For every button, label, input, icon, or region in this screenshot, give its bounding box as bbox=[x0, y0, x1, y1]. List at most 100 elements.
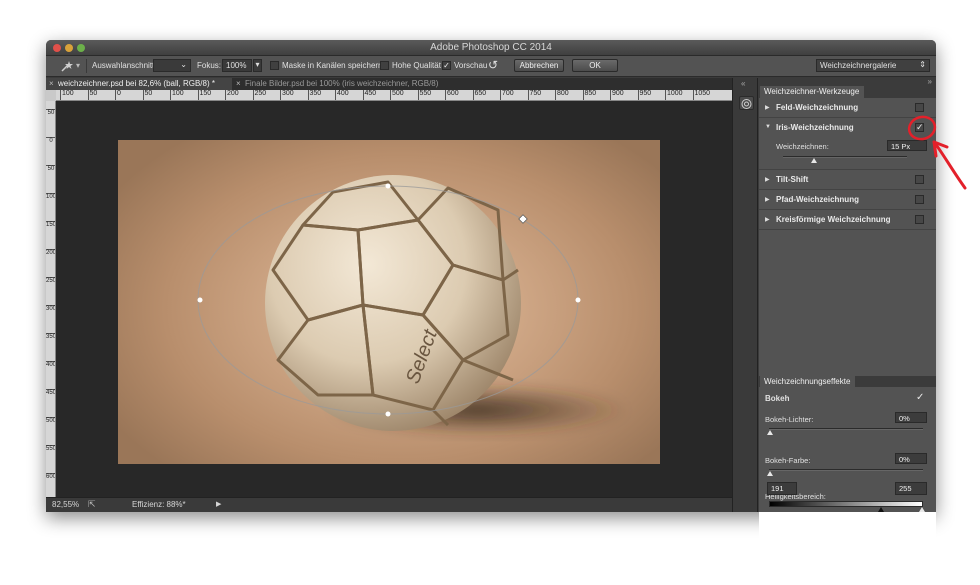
brightness-range-gradient[interactable] bbox=[769, 501, 923, 507]
blur-item-checkbox[interactable]: ✓ bbox=[915, 123, 924, 132]
bokeh-light-input[interactable]: 0% bbox=[895, 412, 927, 423]
tab-weichzeichner[interactable]: × weichzeichner.psd bei 82,6% (ball, RGB… bbox=[46, 78, 232, 90]
close-tab-icon[interactable]: × bbox=[49, 79, 54, 88]
status-menu-arrow-icon[interactable]: ▶ bbox=[216, 500, 221, 508]
panel-strip-button[interactable] bbox=[739, 96, 754, 110]
expand-triangle-icon[interactable]: ▶ bbox=[765, 196, 770, 203]
ruler-tick-label: 50 bbox=[142, 90, 152, 100]
tab-finale-bilder[interactable]: × Finale Bilder.psd bei 100% (iris weich… bbox=[233, 78, 493, 90]
reset-icon[interactable]: ↺ bbox=[488, 58, 498, 72]
blur-amount-slider[interactable] bbox=[783, 156, 907, 158]
blur-item-checkbox[interactable] bbox=[915, 103, 924, 112]
iris-handle-bottom[interactable] bbox=[385, 411, 391, 417]
ball-photo[interactable]: Select bbox=[118, 140, 660, 464]
ruler-tick-label: 950 bbox=[637, 90, 651, 100]
ruler-tick-label: 500 bbox=[390, 90, 404, 100]
bokeh-label: Bokeh bbox=[765, 394, 790, 403]
bokeh-checkbox[interactable]: ✓ bbox=[916, 392, 924, 403]
gallery-select[interactable]: Weichzeichnergalerie ⇕ bbox=[816, 59, 930, 72]
blur-item-checkbox[interactable] bbox=[915, 195, 924, 204]
bokeh-color-slider[interactable] bbox=[769, 469, 923, 471]
iris-handle-right[interactable] bbox=[575, 297, 581, 303]
ruler-tick-label: 850 bbox=[582, 90, 596, 100]
photoshop-window: Adobe Photoshop CC 2014 ▾ Auswahlanschni… bbox=[46, 40, 936, 512]
bokeh-light-slider-handle[interactable] bbox=[767, 430, 773, 435]
ruler-tick-label: 200 bbox=[225, 90, 239, 100]
blur-item-label: Feld-Weichzeichnung bbox=[776, 103, 859, 112]
blur-item-label: Kreisförmige Weichzeichnung bbox=[776, 215, 891, 224]
ruler-tick-label: 200 bbox=[46, 249, 56, 256]
ruler-tick-label: 300 bbox=[280, 90, 294, 100]
ruler-tick-label: 450 bbox=[46, 389, 56, 396]
cancel-button[interactable]: Abbrechen bbox=[514, 59, 564, 72]
chevron-updown-icon: ⇕ bbox=[919, 60, 926, 69]
expand-triangle-icon[interactable]: ▶ bbox=[765, 104, 770, 111]
iris-handle-top[interactable] bbox=[385, 183, 391, 189]
tab-label: Finale Bilder.psd bei 100% (iris weichze… bbox=[245, 79, 439, 88]
bokeh-light-slider[interactable] bbox=[769, 428, 923, 430]
ruler-tick-label: 450 bbox=[362, 90, 376, 100]
blur-item-path[interactable]: ▶ Pfad-Weichzeichnung bbox=[759, 190, 936, 210]
ruler-tick-label: 350 bbox=[307, 90, 321, 100]
ruler-tick-label: 300 bbox=[46, 305, 56, 312]
preview-checkbox[interactable]: ✓ bbox=[442, 61, 451, 70]
iris-handle-left[interactable] bbox=[197, 297, 203, 303]
focus-input[interactable]: 100% bbox=[222, 59, 252, 72]
blur-amount-input[interactable]: 15 Px bbox=[887, 140, 927, 151]
focus-stepper-icon[interactable]: ▾ bbox=[253, 59, 262, 72]
quality-label: Hohe Qualität bbox=[392, 61, 441, 70]
collapse-triangle-icon[interactable]: ▼ bbox=[765, 124, 771, 130]
canvas-area[interactable]: Select bbox=[56, 101, 732, 497]
ruler-tick-label: 700 bbox=[500, 90, 514, 100]
ruler-tick-label: 250 bbox=[46, 277, 56, 284]
ok-button[interactable]: OK bbox=[572, 59, 618, 72]
blur-tools-panel: » Weichzeichner-Werkzeuge ▶ Feld-Weichze… bbox=[759, 77, 936, 512]
ruler-tick-label: 1050 bbox=[692, 90, 710, 100]
blur-item-checkbox[interactable] bbox=[915, 215, 924, 224]
blur-item-field[interactable]: ▶ Feld-Weichzeichnung bbox=[759, 98, 936, 118]
tool-preset-chevron-icon[interactable]: ▾ bbox=[76, 61, 80, 70]
blur-item-label: Tilt-Shift bbox=[776, 175, 809, 184]
panel-tabbar: Weichzeichner-Werkzeuge bbox=[759, 86, 936, 98]
ruler-tick-label: 0 bbox=[115, 90, 121, 100]
close-tab-icon[interactable]: × bbox=[236, 79, 241, 88]
expand-triangle-icon[interactable]: ▶ bbox=[765, 216, 770, 223]
collapsed-panel-strip: « bbox=[732, 78, 758, 512]
expand-triangle-icon[interactable]: ▶ bbox=[765, 176, 770, 183]
efficiency-readout: Effizienz: 88%* bbox=[132, 500, 186, 509]
brightness-range-high-input[interactable]: 255 bbox=[895, 482, 927, 495]
blur-tool-icon[interactable] bbox=[60, 60, 74, 73]
blur-effects-icon bbox=[741, 99, 752, 109]
brightness-range-low-input[interactable]: 191 bbox=[767, 482, 797, 495]
window-title: Adobe Photoshop CC 2014 bbox=[430, 42, 552, 53]
bokeh-light-label: Bokeh-Lichter: bbox=[765, 415, 814, 424]
collapse-panels-icon[interactable]: « bbox=[741, 79, 745, 88]
blur-amount-label: Weichzeichnen: bbox=[776, 142, 829, 151]
zoom-level[interactable]: 82,55% bbox=[52, 500, 79, 509]
ruler-tick-label: 100 bbox=[60, 90, 74, 100]
quality-checkbox[interactable] bbox=[380, 61, 389, 70]
blur-amount-slider-handle[interactable] bbox=[811, 158, 817, 163]
ruler-tick-label: 400 bbox=[335, 90, 349, 100]
blur-item-iris[interactable]: ▼ Iris-Weichzeichnung ✓ Weichzeichnen: 1… bbox=[759, 118, 936, 170]
share-icon[interactable]: ⇱ bbox=[88, 499, 96, 510]
view-select[interactable]: ⌄ bbox=[153, 59, 191, 72]
ruler-tick-label: 50 bbox=[87, 90, 97, 100]
bokeh-color-input[interactable]: 0% bbox=[895, 453, 927, 464]
ruler-tick-label: 900 bbox=[610, 90, 624, 100]
tab-blur-effects[interactable]: Weichzeichnungseffekte bbox=[760, 376, 856, 387]
ruler-tick-label: 800 bbox=[555, 90, 569, 100]
effects-tabbar: Weichzeichnungseffekte bbox=[759, 376, 936, 387]
expand-panels-icon[interactable]: » bbox=[928, 77, 932, 86]
bokeh-color-slider-handle[interactable] bbox=[767, 471, 773, 476]
tab-blur-tools[interactable]: Weichzeichner-Werkzeuge bbox=[760, 86, 865, 98]
blur-item-label: Iris-Weichzeichnung bbox=[776, 123, 854, 132]
blur-item-spin[interactable]: ▶ Kreisförmige Weichzeichnung bbox=[759, 210, 936, 230]
title-bar: Adobe Photoshop CC 2014 bbox=[46, 40, 936, 56]
tab-label: weichzeichner.psd bei 82,6% (ball, RGB/8… bbox=[58, 79, 215, 88]
page-background-patch bbox=[759, 512, 936, 582]
blur-item-checkbox[interactable] bbox=[915, 175, 924, 184]
blur-item-tilt-shift[interactable]: ▶ Tilt-Shift bbox=[759, 170, 936, 190]
divider bbox=[86, 59, 87, 73]
mask-checkbox[interactable] bbox=[270, 61, 279, 70]
